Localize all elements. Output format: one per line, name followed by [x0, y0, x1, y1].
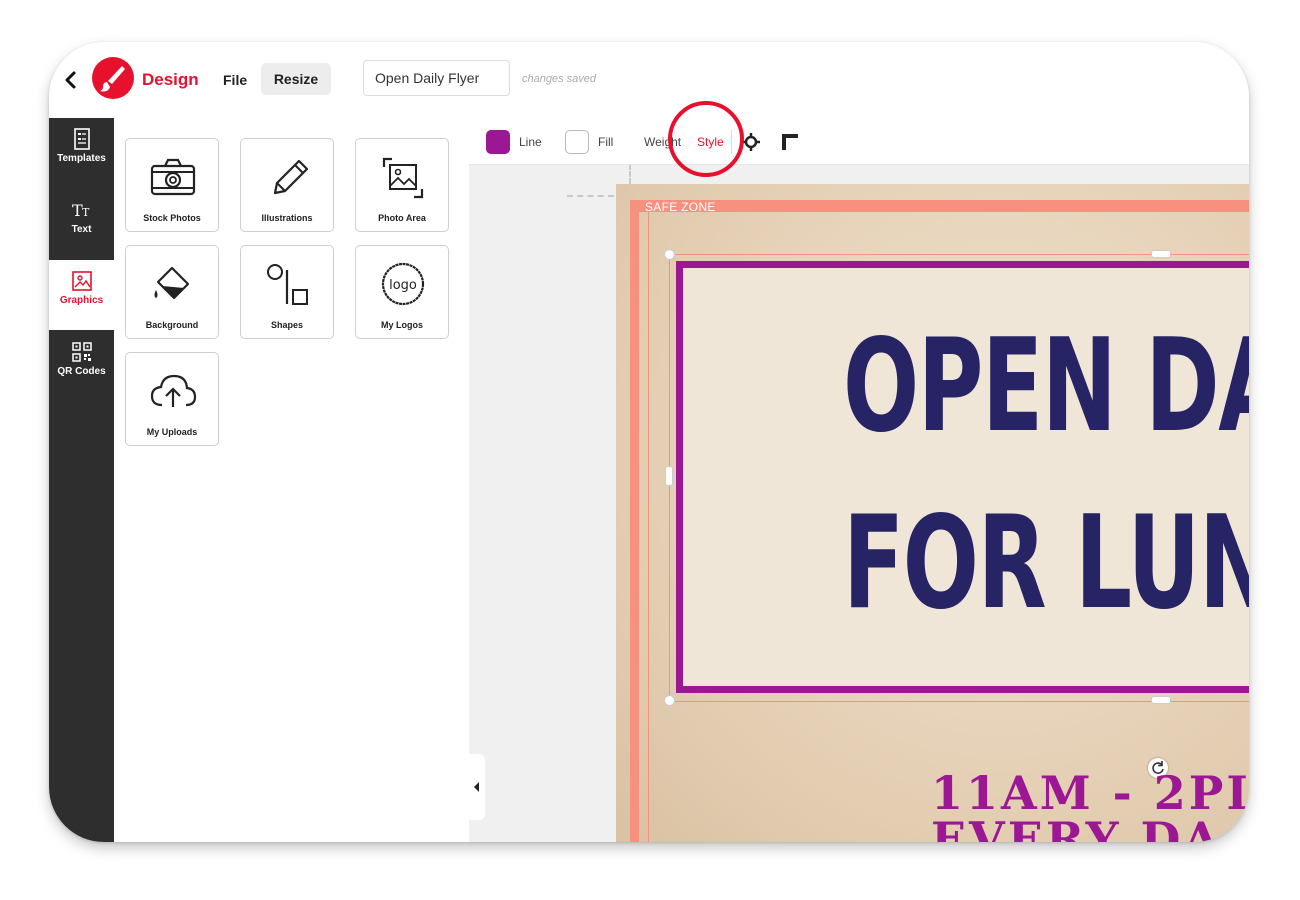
tile-label: Illustrations: [261, 213, 313, 223]
camera-icon: [150, 158, 196, 196]
qr-code-icon: [71, 342, 92, 362]
sidebar-item-label: Text: [71, 224, 92, 235]
tile-label: My Uploads: [146, 427, 198, 437]
photo-area-icon: [382, 157, 424, 199]
sidebar-item-label: Templates: [57, 153, 106, 164]
headline-line-1[interactable]: OPEN DAI: [843, 312, 1249, 461]
subline-every-day[interactable]: EVERY DA: [931, 812, 1222, 842]
sidebar-item-templates[interactable]: Templates: [49, 118, 114, 188]
tile-label: My Logos: [381, 320, 423, 330]
sidebar-item-qr-codes[interactable]: QR Codes: [49, 331, 114, 401]
upload-cloud-icon: [150, 374, 197, 407]
shape-toolbar: Line Fill Weight Style: [469, 118, 1249, 165]
templates-icon: [73, 128, 90, 150]
file-menu[interactable]: File: [223, 72, 247, 88]
sidebar-item-text[interactable]: TT Text: [49, 189, 114, 259]
svg-text:T: T: [82, 206, 90, 219]
app-window: Design File Resize Open Daily Flyer chan…: [49, 42, 1249, 842]
resize-handle[interactable]: [1151, 696, 1171, 704]
tile-label: Stock Photos: [143, 213, 201, 223]
top-bar: Design File Resize Open Daily Flyer chan…: [49, 42, 1249, 119]
sidebar-item-graphics[interactable]: Graphics: [49, 260, 114, 330]
back-arrow-icon[interactable]: [61, 68, 81, 92]
tile-label: Photo Area: [378, 213, 426, 223]
illustrations-tile[interactable]: Illustrations: [240, 138, 334, 232]
safe-zone-border: [630, 200, 1249, 212]
fill-label[interactable]: Fill: [598, 135, 613, 149]
graphics-panel: Stock Photos Illustrations Photo Area Ba…: [114, 118, 469, 842]
tile-label: Shapes: [270, 320, 303, 330]
position-icon[interactable]: [741, 132, 761, 152]
save-status: changes saved: [522, 73, 596, 85]
shapes-tile[interactable]: Shapes: [240, 245, 334, 339]
background-tile[interactable]: Background: [125, 245, 219, 339]
graphics-icon: [71, 271, 92, 291]
guide-line: [629, 164, 631, 184]
stock-photos-tile[interactable]: Stock Photos: [125, 138, 219, 232]
guide-line: [567, 195, 614, 197]
resize-handle[interactable]: [665, 466, 673, 486]
tile-label: Background: [145, 320, 199, 330]
paint-bucket-icon: [154, 266, 190, 300]
brand-logo-icon[interactable]: [92, 57, 134, 99]
resize-handle[interactable]: [664, 249, 675, 260]
text-icon: TT: [72, 201, 90, 220]
sidebar: Templates TT Text Graphics QR Codes: [49, 118, 114, 842]
chevron-left-icon: [474, 782, 479, 792]
fill-color-swatch[interactable]: [565, 130, 589, 154]
my-logos-tile[interactable]: logo My Logos: [355, 245, 449, 339]
headline-line-2[interactable]: FOR LUNC: [843, 489, 1249, 638]
photo-area-tile[interactable]: Photo Area: [355, 138, 449, 232]
sidebar-item-label: Graphics: [59, 295, 104, 306]
safe-zone-border: [630, 200, 639, 842]
collapse-panel-button[interactable]: [469, 754, 485, 820]
pencil-icon: [273, 159, 309, 195]
my-uploads-tile[interactable]: My Uploads: [125, 352, 219, 446]
logo-icon: logo: [381, 262, 425, 306]
safe-zone-label: SAFE ZONE: [645, 200, 716, 214]
flyer-canvas[interactable]: SAFE ZONE OPEN DAI FOR LUNC 11AM - 2PI E…: [616, 184, 1249, 842]
resize-handle[interactable]: [664, 695, 675, 706]
highlight-circle: [668, 101, 744, 177]
line-label[interactable]: Line: [519, 135, 542, 149]
resize-handle[interactable]: [1151, 250, 1171, 258]
document-title-field[interactable]: Open Daily Flyer: [363, 60, 510, 96]
line-color-swatch[interactable]: [486, 130, 510, 154]
safe-zone-line: [648, 212, 649, 842]
sidebar-item-label: QR Codes: [57, 366, 106, 377]
shapes-icon: [267, 264, 308, 305]
resize-button[interactable]: Resize: [261, 63, 331, 95]
brand-name: Design: [142, 70, 199, 89]
svg-text:logo: logo: [389, 278, 417, 293]
corner-radius-icon[interactable]: [781, 132, 801, 152]
